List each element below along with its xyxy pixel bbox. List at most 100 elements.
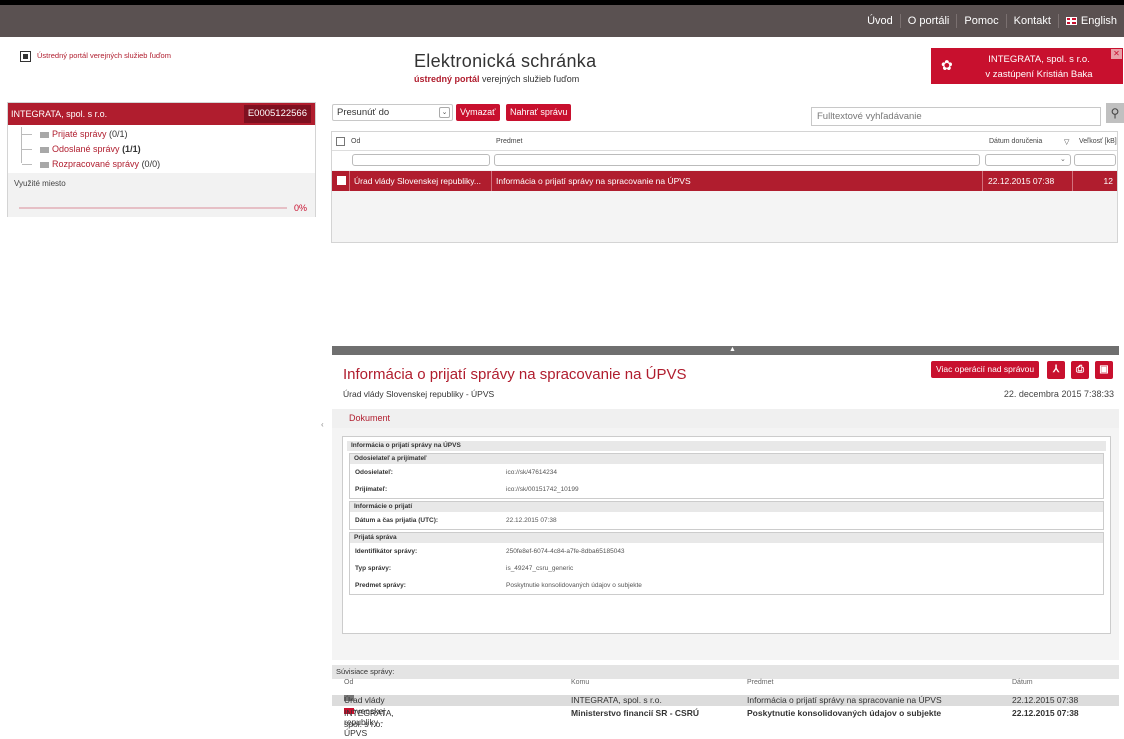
doc-key: Typ správy: — [355, 565, 392, 572]
detail-tabs: Dokument — [332, 409, 1119, 428]
nav-english-label: English — [1080, 15, 1117, 27]
doc-key: Prijímateľ: — [355, 486, 388, 493]
tab-document[interactable]: Dokument — [349, 413, 390, 423]
col-size[interactable]: Veľkosť [kB] — [1079, 138, 1117, 145]
related-col-subject: Predmet — [747, 679, 774, 686]
message-grid: Od Predmet Dátum doručenia ▽ Veľkosť [kB… — [331, 131, 1118, 243]
folder-count: (0/1) — [109, 129, 128, 139]
select-all-checkbox[interactable] — [336, 137, 345, 146]
doc-value: 250fe8ef-6074-4c84-a7fe-8dba65185043 — [506, 548, 625, 555]
filter-subject-input[interactable] — [494, 154, 980, 166]
filter-size-input[interactable] — [1074, 154, 1116, 166]
usage-label: Využité miesto — [14, 179, 66, 188]
folder-sent[interactable]: Odoslané správy (1/1) — [22, 142, 315, 157]
more-operations-button[interactable]: Viac operácií nad správou — [931, 361, 1040, 378]
doc-key: Odosielateľ: — [355, 469, 393, 476]
grid-header: Od Predmet Dátum doručenia ▽ Veľkosť [kB… — [332, 132, 1117, 151]
message-title: Informácia o prijatí správy na spracovan… — [343, 366, 687, 383]
account-header[interactable]: INTEGRATA, spol. s r.o. E0005122566 — [8, 103, 315, 125]
section-heading: Informácie o prijatí — [350, 502, 1103, 512]
brand-subtitle-bold: ústredný portál — [414, 74, 480, 84]
doc-key: Identifikátor správy: — [355, 548, 418, 555]
move-to-label: Presunúť do — [337, 107, 390, 118]
filter-from-input[interactable] — [352, 154, 490, 166]
move-to-select[interactable]: Presunúť do ⌄ — [332, 104, 453, 121]
col-divider — [982, 171, 983, 191]
doc-key: Predmet správy: — [355, 582, 406, 589]
chevron-down-icon: ⌄ — [439, 107, 450, 118]
nav-uvod[interactable]: Úvod — [860, 14, 900, 28]
folder-icon — [40, 161, 49, 168]
doc-row: Dátum a čas prijatia (UTC): 22.12.2015 07… — [350, 512, 1103, 529]
top-nav: Úvod O portáli Pomoc Kontakt English — [860, 5, 1124, 37]
search-icon[interactable]: ⚲ — [1106, 103, 1124, 123]
folder-icon — [40, 146, 49, 153]
fulltext-search-input[interactable]: Fulltextové vyhľadávanie — [811, 107, 1101, 126]
delete-button[interactable]: Vymazať — [456, 104, 500, 121]
folder-received[interactable]: Prijaté správy (0/1) — [22, 127, 315, 142]
save-icon[interactable]: ▣ — [1095, 361, 1113, 379]
row-size: 12 — [1103, 176, 1113, 186]
message-date: 22. decembra 2015 7:38:33 — [1003, 389, 1114, 399]
nav-kontakt[interactable]: Kontakt — [1005, 14, 1058, 28]
filter-date-input[interactable] — [985, 154, 1071, 166]
col-date[interactable]: Dátum doručenia — [989, 138, 1042, 145]
pane-splitter[interactable]: ▲ — [332, 346, 1119, 355]
related-to: INTEGRATA, spol. s r.o. — [571, 695, 662, 705]
usage-bar — [19, 207, 287, 209]
folder-tree: Prijaté správy (0/1) Odoslané správy (1/… — [8, 125, 315, 172]
sort-icon[interactable]: ▽ — [1064, 138, 1069, 146]
account-name: INTEGRATA, spol. s r.o. — [11, 109, 108, 119]
document-view: Informácia o prijatí správy na ÚPVS Odos… — [332, 428, 1119, 660]
top-bar: Úvod O portáli Pomoc Kontakt English — [0, 0, 1124, 37]
print-icon[interactable]: ⎙ — [1071, 361, 1089, 379]
nav-english[interactable]: English — [1057, 14, 1124, 28]
brand-title: Elektronická schránka — [414, 51, 597, 71]
row-checkbox[interactable] — [337, 176, 346, 185]
user-box[interactable]: ✿ ✕ INTEGRATA, spol. s r.o. v zastúpení … — [931, 48, 1123, 84]
folder-drafts[interactable]: Rozpracované správy (0/0) — [22, 157, 315, 172]
related-col-date: Dátum — [1012, 679, 1033, 686]
related-title: Súvisiace správy: — [332, 665, 1119, 679]
uk-flag-icon — [1065, 17, 1077, 26]
upload-message-button[interactable]: Nahrať správu — [506, 104, 572, 121]
message-sender: Úrad vlády Slovenskej republiky - ÚPVS — [343, 389, 495, 399]
brand-subtitle-rest: verejných služieb ľuďom — [479, 74, 580, 84]
related-date: 22.12.2015 07:38 — [1012, 708, 1079, 718]
table-row[interactable]: Úrad vlády Slovenskej republiky... Infor… — [332, 171, 1117, 191]
portal-logo[interactable]: Ústredný portál verejných služieb ľuďom — [20, 51, 180, 62]
close-icon[interactable]: ✕ — [1111, 49, 1122, 59]
folder-label: Prijaté správy — [52, 129, 107, 139]
user-company: INTEGRATA, spol. s r.o. — [988, 54, 1090, 65]
related-to: Ministerstvo financií SR - CSRÚ — [571, 708, 699, 718]
doc-row: Typ správy: is_49247_csru_generic — [350, 560, 1103, 577]
section-heading: Odosielateľ a prijímateľ — [350, 454, 1103, 464]
gear-icon[interactable]: ✿ — [941, 58, 953, 73]
brand: Elektronická schránka ústredný portál ve… — [414, 51, 714, 84]
mailbox-sidebar: INTEGRATA, spol. s r.o. E0005122566 Prij… — [7, 102, 316, 217]
col-subject[interactable]: Predmet — [496, 138, 522, 145]
related-row[interactable]: INTEGRATA, spol. s r.o. Ministerstvo fin… — [332, 708, 1119, 729]
collapse-left-icon[interactable]: ‹ — [321, 420, 324, 429]
doc-row: Predmet správy: Poskytnutie konsolidovaný… — [350, 577, 1103, 594]
doc-value: ico://sk/00151742_10199 — [506, 486, 579, 493]
calendar-dropdown-icon[interactable]: ⌄ — [1060, 155, 1066, 163]
nav-o-portali[interactable]: O portáli — [899, 14, 957, 28]
folder-icon — [40, 131, 49, 138]
collapse-up-icon[interactable]: ▲ — [729, 346, 736, 353]
folder-label: Odoslané správy — [52, 144, 120, 154]
message-detail: Informácia o prijatí správy na spracovan… — [332, 355, 1119, 660]
document-box: Informácia o prijatí správy na ÚPVS Odos… — [342, 436, 1111, 634]
related-row[interactable]: Úrad vlády Slovenskej republiky - ÚPVS I… — [332, 695, 1119, 738]
logo-icon — [20, 51, 31, 62]
section-received-message: Prijatá správa Identifikátor správy: 250f… — [349, 532, 1104, 595]
related-subject: Informácia o prijatí správy na spracovan… — [747, 695, 942, 705]
col-from[interactable]: Od — [351, 138, 360, 145]
nav-pomoc[interactable]: Pomoc — [956, 14, 1005, 28]
message-toolbar: Presunúť do ⌄ Vymazať Nahrať správu Full… — [332, 102, 1124, 128]
section-receipt-info: Informácie o prijatí Dátum a čas prijati… — [349, 501, 1104, 530]
col-divider — [491, 171, 492, 191]
doc-row: Prijímateľ: ico://sk/00151742_10199 — [350, 481, 1103, 498]
related-date: 22.12.2015 07:38 — [1012, 695, 1079, 705]
pdf-icon[interactable]: ⅄ — [1047, 361, 1065, 379]
